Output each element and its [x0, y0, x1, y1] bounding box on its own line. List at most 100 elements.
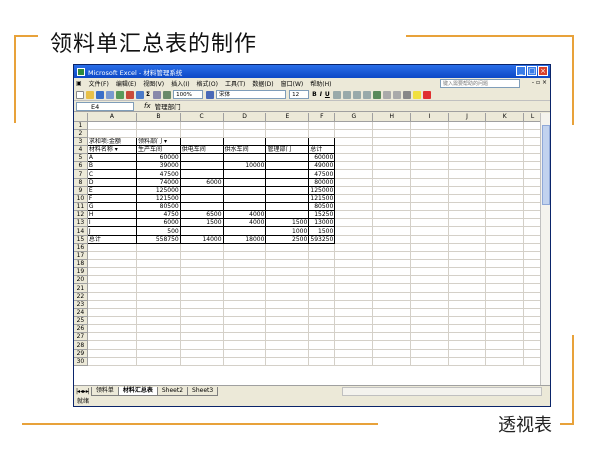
cell[interactable]	[372, 121, 412, 130]
menu-format[interactable]: 格式(O)	[197, 79, 218, 88]
zoom-select[interactable]: 100%	[173, 90, 204, 99]
cell[interactable]	[136, 292, 181, 301]
cell[interactable]	[223, 300, 267, 309]
cell[interactable]	[523, 210, 542, 220]
cell[interactable]: 121500	[308, 194, 336, 204]
cell[interactable]	[87, 308, 138, 318]
cell[interactable]: 18000	[223, 235, 267, 244]
row-header[interactable]: 1	[74, 121, 88, 130]
preview-icon[interactable]	[116, 90, 124, 99]
column-header[interactable]: E	[265, 113, 310, 122]
cell[interactable]	[136, 340, 181, 350]
underline-button[interactable]: U	[325, 91, 330, 98]
cell[interactable]	[410, 316, 449, 326]
cell[interactable]	[372, 259, 412, 269]
cell[interactable]	[372, 340, 412, 350]
row-header[interactable]: 26	[74, 324, 88, 334]
cell[interactable]: 14000	[180, 235, 224, 244]
cell[interactable]: 15250	[308, 210, 336, 220]
cell[interactable]	[485, 161, 525, 171]
merge-icon[interactable]	[362, 90, 371, 99]
sort-icon[interactable]	[153, 90, 162, 99]
column-header[interactable]: C	[180, 113, 224, 122]
horizontal-scrollbar[interactable]	[342, 386, 542, 396]
column-header[interactable]: F	[308, 113, 336, 122]
cell[interactable]	[265, 283, 310, 293]
cell[interactable]	[485, 121, 525, 130]
cell[interactable]	[265, 316, 310, 326]
italic-button[interactable]: I	[320, 91, 322, 98]
cell[interactable]: 47500	[136, 169, 181, 179]
cell[interactable]	[265, 194, 310, 204]
cell[interactable]: J	[87, 226, 138, 236]
cell[interactable]	[308, 340, 336, 350]
column-header[interactable]: A	[87, 113, 138, 122]
menu-file[interactable]: 文件(F)	[89, 79, 109, 88]
cell[interactable]	[265, 161, 310, 171]
row-header[interactable]: 3	[74, 137, 88, 147]
cell[interactable]	[448, 316, 487, 326]
cell[interactable]: 74000	[136, 178, 181, 187]
cell[interactable]	[410, 259, 449, 269]
print-icon[interactable]	[106, 90, 114, 99]
cell[interactable]	[523, 121, 542, 130]
cell[interactable]	[180, 243, 224, 252]
tab-sheet-2[interactable]: Sheet2	[156, 386, 189, 396]
row-header[interactable]: 23	[74, 300, 88, 309]
cell[interactable]	[523, 161, 542, 171]
cell[interactable]	[523, 308, 542, 318]
cell[interactable]	[308, 251, 336, 261]
cell[interactable]	[223, 243, 267, 252]
cell[interactable]: 总计	[87, 235, 138, 244]
cell[interactable]: 材料名称 ▾	[87, 145, 138, 155]
cell[interactable]	[448, 178, 487, 187]
cell[interactable]	[265, 275, 310, 285]
cell[interactable]	[410, 153, 449, 163]
align-left-icon[interactable]	[332, 90, 341, 99]
cell[interactable]	[485, 235, 525, 244]
cell[interactable]	[372, 316, 412, 326]
cell[interactable]	[180, 275, 224, 285]
cell[interactable]	[87, 121, 138, 130]
cell[interactable]	[334, 218, 374, 228]
row-header[interactable]: 11	[74, 202, 88, 212]
cell[interactable]	[223, 275, 267, 285]
cell[interactable]	[308, 308, 336, 318]
cell[interactable]	[448, 292, 487, 301]
cell[interactable]	[372, 243, 412, 252]
cell[interactable]	[372, 194, 412, 204]
cell[interactable]	[448, 235, 487, 244]
cell[interactable]	[136, 243, 181, 252]
cell[interactable]	[523, 218, 542, 228]
cell[interactable]	[523, 226, 542, 236]
row-header[interactable]: 29	[74, 349, 88, 358]
cell[interactable]	[180, 169, 224, 179]
cell[interactable]	[87, 259, 138, 269]
tab-sheet-3[interactable]: Sheet3	[187, 386, 219, 396]
cell[interactable]: 47500	[308, 169, 336, 179]
cell[interactable]	[308, 332, 336, 342]
help-icon[interactable]	[206, 90, 215, 99]
cell[interactable]	[223, 153, 267, 163]
cell[interactable]	[334, 235, 374, 244]
cell[interactable]	[372, 186, 412, 195]
cell[interactable]	[372, 218, 412, 228]
cell[interactable]	[485, 226, 525, 236]
cell[interactable]	[485, 267, 525, 277]
cell[interactable]	[334, 283, 374, 293]
cell[interactable]	[410, 251, 449, 261]
cell[interactable]	[448, 283, 487, 293]
menu-icon[interactable]: ▣	[76, 80, 82, 87]
cell[interactable]	[223, 332, 267, 342]
cell[interactable]	[265, 202, 310, 212]
cell[interactable]: 4750	[136, 210, 181, 220]
cell[interactable]	[334, 194, 374, 204]
cell[interactable]	[448, 357, 487, 366]
cell[interactable]: 60000	[308, 153, 336, 163]
cell[interactable]	[308, 275, 336, 285]
cell[interactable]	[485, 259, 525, 269]
cell[interactable]	[523, 194, 542, 204]
cell[interactable]	[485, 324, 525, 334]
cell[interactable]	[410, 178, 449, 187]
cell[interactable]	[265, 324, 310, 334]
